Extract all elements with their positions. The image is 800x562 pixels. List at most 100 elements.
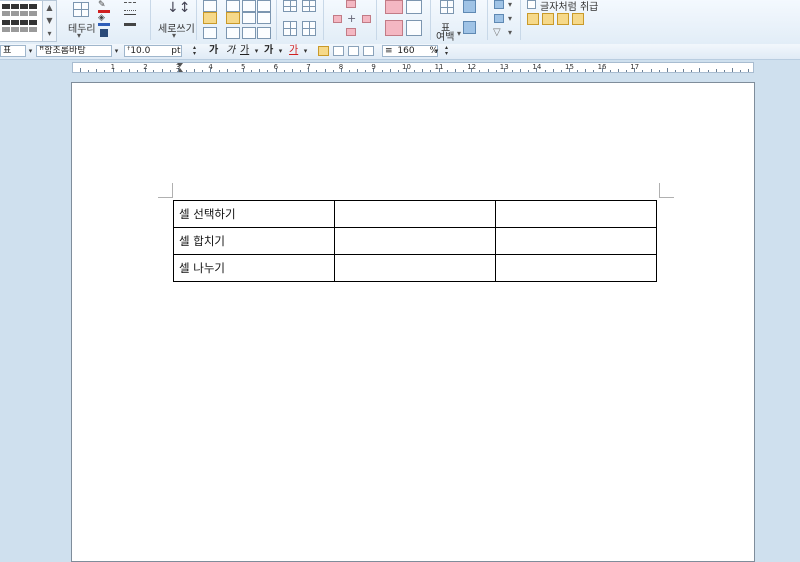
font-size-spinner[interactable]: ▴ ▾: [190, 45, 199, 57]
align-bottom-extra-icon[interactable]: [257, 27, 271, 39]
fill-down-icon[interactable]: ▽: [493, 27, 501, 38]
chevron-down-icon[interactable]: ▾: [112, 45, 121, 57]
align-top-left-icon[interactable]: [203, 0, 217, 12]
document-table[interactable]: 셀 선택하기 셀 합치기 셀 나누기: [173, 200, 657, 282]
align-top-extra-icon[interactable]: [257, 0, 271, 12]
table-cell[interactable]: [334, 227, 496, 255]
chevron-down-icon[interactable]: ▾: [508, 0, 512, 9]
table-cell[interactable]: [334, 254, 496, 282]
treat-as-char-label[interactable]: 글자처럼 취급: [540, 0, 598, 13]
pen-color-icon[interactable]: ✎: [98, 1, 110, 13]
equal-height-icon[interactable]: [385, 20, 403, 36]
line-spacing-spinner[interactable]: ▴ ▾: [442, 45, 451, 57]
align-left-button[interactable]: [333, 46, 344, 56]
ruler-tick: [169, 70, 171, 72]
ruler-tick: [161, 69, 163, 72]
align-top-right-icon[interactable]: [242, 0, 256, 12]
ruler-tick: [577, 70, 579, 72]
align-center-button[interactable]: [348, 46, 359, 56]
treat-as-char-checkbox[interactable]: [527, 0, 536, 9]
horizontal-ruler[interactable]: 1 2 3 4 5 6 7 8 9 10 11 12 13 14 15 16 17: [72, 62, 754, 73]
table-cell[interactable]: [495, 227, 657, 255]
ruler-tick: [430, 70, 432, 72]
text-wrap-behind-icon[interactable]: [557, 13, 569, 25]
chevron-down-icon[interactable]: ▾: [252, 45, 261, 57]
vertical-writing-icon[interactable]: ↓↕: [167, 0, 190, 16]
font-size-field[interactable]: ꜛ10.0 pt: [124, 45, 182, 57]
align-justify-button[interactable]: [318, 46, 329, 56]
cell-fill-icon[interactable]: ◈: [98, 14, 110, 26]
cell-width-icon[interactable]: [406, 0, 422, 14]
table-cell[interactable]: [334, 200, 496, 228]
ruler-tick: [585, 69, 587, 72]
table-cell[interactable]: 셀 합치기: [173, 227, 335, 255]
chevron-down-icon[interactable]: ▾: [276, 45, 285, 57]
ruler-tick: [365, 70, 367, 72]
align-bottom-right-icon[interactable]: [242, 27, 256, 39]
ruler-tick: [520, 69, 522, 72]
bold-button[interactable]: 가: [209, 45, 218, 57]
table-cell[interactable]: [495, 200, 657, 228]
ruler-number: 3: [175, 63, 181, 71]
split-left-icon[interactable]: [333, 15, 342, 23]
border-label[interactable]: 테두리: [68, 20, 96, 35]
table-cell[interactable]: [495, 254, 657, 282]
cell-height-icon[interactable]: [385, 0, 403, 14]
align-bottom-left-icon[interactable]: [203, 27, 217, 39]
table-cell[interactable]: 셀 나누기: [173, 254, 335, 282]
line-weight-icon[interactable]: [124, 14, 136, 26]
table-style-gallery[interactable]: ▲ ▼ ▾: [0, 0, 57, 42]
chevron-down-icon[interactable]: ▾: [432, 45, 441, 57]
chevron-down-icon[interactable]: ▾: [508, 14, 512, 23]
formula-icon[interactable]: [494, 0, 504, 9]
chevron-down-icon[interactable]: ▾: [457, 29, 461, 38]
text-wrap-front-icon[interactable]: [572, 13, 584, 25]
border-icon[interactable]: [73, 2, 89, 17]
font-color-button[interactable]: 가: [289, 45, 298, 57]
ruler-tick: [324, 69, 326, 72]
equal-width-icon[interactable]: [406, 20, 422, 36]
cell-padding-icon[interactable]: [463, 21, 476, 34]
align-middle-left-icon[interactable]: [203, 12, 217, 24]
insert-col-left-icon[interactable]: [302, 21, 316, 36]
chevron-down-icon[interactable]: ▾: [301, 45, 310, 57]
vertical-writing-label[interactable]: 세로쓰기: [158, 20, 195, 35]
calc-icon[interactable]: [494, 14, 504, 23]
cell-spacing-icon[interactable]: [463, 0, 476, 13]
align-middle-center-icon[interactable]: [226, 12, 240, 24]
text-wrap-square-icon[interactable]: [527, 13, 539, 25]
chevron-down-icon[interactable]: ▾: [26, 45, 35, 57]
chevron-down-icon[interactable]: ▾: [172, 31, 176, 40]
insert-row-below-icon[interactable]: [283, 21, 297, 36]
text-wrap-tight-icon[interactable]: [542, 13, 554, 25]
gallery-scrollbar[interactable]: ▲ ▼ ▾: [42, 1, 56, 41]
align-bottom-center-icon[interactable]: [226, 27, 240, 39]
italic-button[interactable]: 가: [226, 45, 235, 57]
strikethrough-button[interactable]: 가: [264, 45, 273, 57]
insert-col-right-icon[interactable]: [302, 0, 316, 12]
margin-label[interactable]: 여백: [436, 28, 454, 43]
align-right-button[interactable]: [363, 46, 374, 56]
ruler-tick: [267, 70, 269, 72]
document-page[interactable]: 셀 선택하기 셀 합치기 셀 나누기: [71, 82, 755, 562]
font-select[interactable]: ꟸ함초롬바탕: [36, 45, 112, 57]
chevron-down-icon[interactable]: ▾: [508, 28, 512, 37]
insert-row-above-icon[interactable]: [283, 0, 297, 12]
align-middle-right-icon[interactable]: [242, 12, 256, 24]
line-type-icon[interactable]: [124, 2, 136, 11]
split-right-icon[interactable]: [362, 15, 371, 23]
table-properties-icon[interactable]: [440, 0, 454, 14]
chevron-down-icon[interactable]: ▾: [77, 31, 81, 40]
table-cell[interactable]: 셀 선택하기: [173, 200, 335, 228]
style-select[interactable]: 표: [0, 45, 26, 57]
merge-cells-icon[interactable]: [346, 0, 356, 8]
line-spacing-field[interactable]: ≡ 160 %: [382, 45, 438, 57]
line-color-icon[interactable]: [100, 29, 108, 37]
ruler-number: 7: [306, 63, 311, 71]
ruler-number: 16: [597, 63, 607, 71]
split-cells-icon[interactable]: [346, 28, 356, 36]
align-middle-extra-icon[interactable]: [257, 12, 271, 24]
align-top-center-icon[interactable]: [226, 0, 240, 12]
underline-button[interactable]: 가: [240, 45, 249, 57]
ruler-tick: [528, 70, 530, 72]
